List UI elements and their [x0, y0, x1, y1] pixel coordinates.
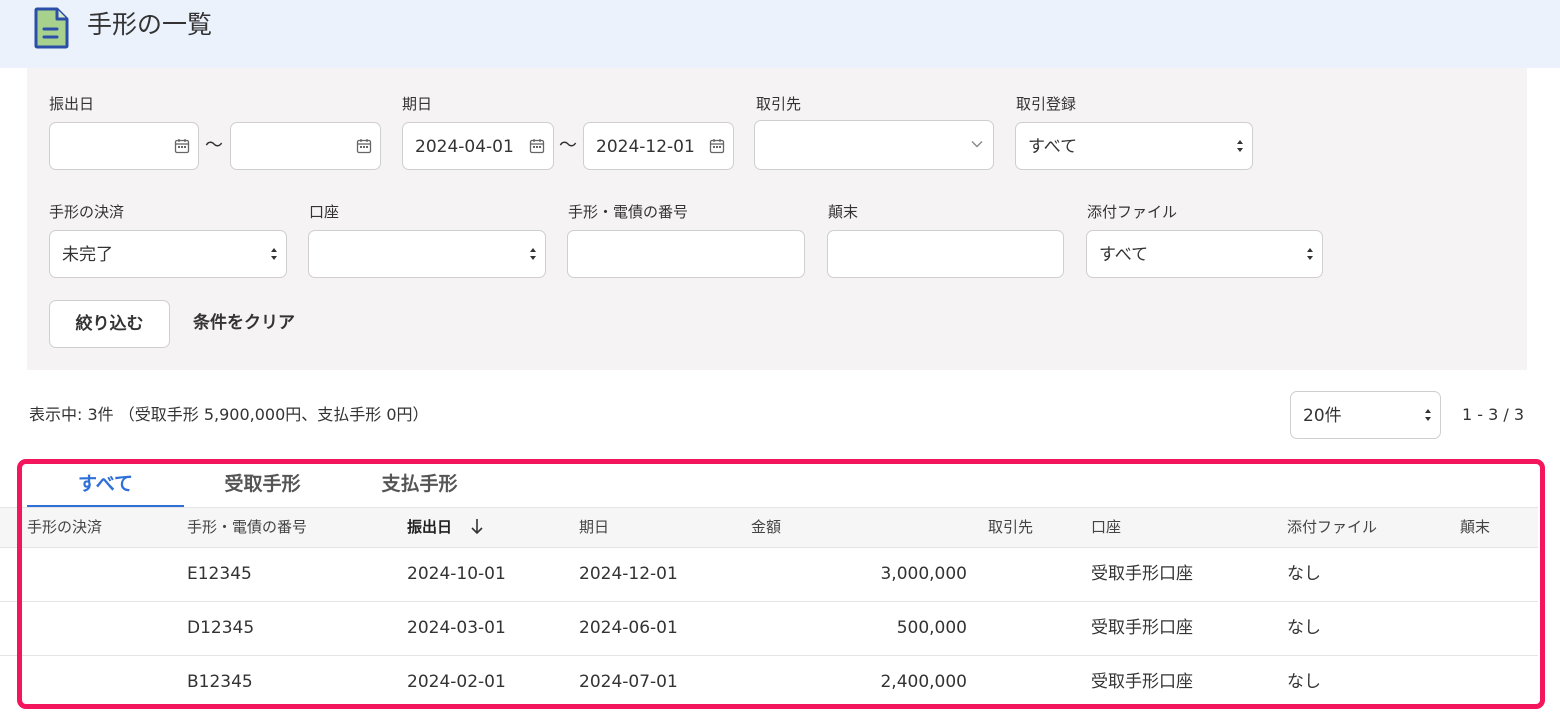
due-date-to-input[interactable]: 2024-12-01 — [583, 122, 734, 170]
due-date-range-separator: 〜 — [559, 135, 577, 156]
select-arrows-icon — [530, 248, 536, 260]
document-icon — [34, 7, 69, 49]
select-arrows-icon — [1425, 409, 1431, 421]
page-header: 手形の一覧 — [0, 0, 1560, 68]
attachment-label: 添付ファイル — [1087, 203, 1178, 221]
page-title: 手形の一覧 — [87, 10, 213, 39]
calendar-icon[interactable] — [356, 138, 372, 154]
due-date-label: 期日 — [402, 95, 433, 113]
bill-number-input[interactable] — [567, 230, 805, 278]
select-arrows-icon — [1237, 140, 1243, 152]
issue-date-to-input[interactable] — [230, 122, 381, 170]
pagination-range: 1 - 3 / 3 — [1462, 405, 1525, 424]
bill-number-label: 手形・電債の番号 — [568, 203, 689, 221]
partner-select[interactable] — [754, 120, 994, 170]
settlement-value: 未完了 — [62, 245, 113, 265]
issue-date-range-separator: 〜 — [205, 135, 223, 156]
settlement-label: 手形の決済 — [49, 203, 125, 221]
chevron-down-icon — [971, 141, 983, 148]
calendar-icon[interactable] — [529, 138, 545, 154]
transaction-registration-value: すべて — [1028, 137, 1078, 157]
settlement-select[interactable]: 未完了 — [49, 230, 287, 278]
attachment-select[interactable]: すべて — [1086, 230, 1323, 278]
highlight-frame — [17, 459, 1545, 709]
apply-filter-button[interactable]: 絞り込む — [49, 300, 170, 348]
transaction-registration-label: 取引登録 — [1016, 95, 1077, 113]
per-page-value: 20件 — [1303, 406, 1342, 426]
select-arrows-icon — [1307, 248, 1313, 260]
clear-filter-button[interactable]: 条件をクリア — [193, 300, 333, 348]
filter-panel: 振出日 〜 期日 2024-04-01 〜 2024-12-01 取引先 取引登… — [27, 68, 1527, 370]
partner-label: 取引先 — [756, 95, 802, 113]
due-date-from-value: 2024-04-01 — [415, 137, 514, 157]
calendar-icon[interactable] — [174, 138, 190, 154]
account-label: 口座 — [309, 203, 340, 221]
per-page-select[interactable]: 20件 — [1290, 391, 1441, 439]
due-date-from-input[interactable]: 2024-04-01 — [402, 122, 554, 170]
result-summary: 表示中: 3件 （受取手形 5,900,000円、支払手形 0円） — [29, 405, 429, 424]
issue-date-label: 振出日 — [49, 95, 95, 113]
transaction-registration-select[interactable]: すべて — [1015, 122, 1253, 170]
issue-date-from-input[interactable] — [49, 122, 199, 170]
term-end-label: 顛末 — [828, 203, 859, 221]
account-select[interactable] — [308, 230, 546, 278]
term-end-input[interactable] — [827, 230, 1064, 278]
select-arrows-icon — [271, 248, 277, 260]
attachment-value: すべて — [1099, 245, 1149, 265]
due-date-to-value: 2024-12-01 — [596, 137, 695, 157]
calendar-icon[interactable] — [709, 138, 725, 154]
